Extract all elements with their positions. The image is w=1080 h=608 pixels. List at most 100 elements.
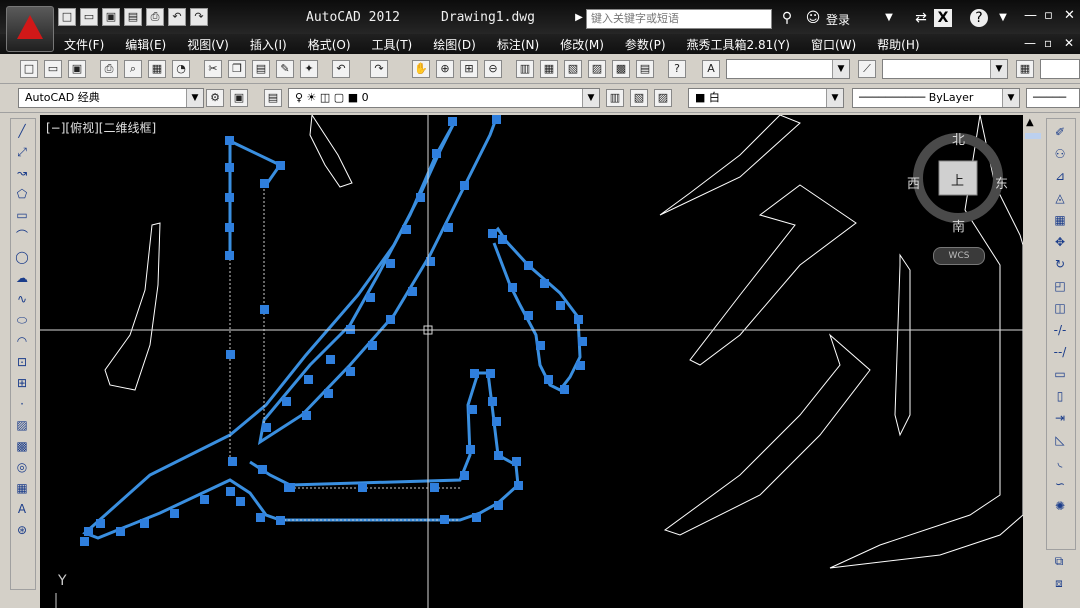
make-layer-current-icon[interactable]: ▥	[606, 89, 624, 107]
viewcube-south[interactable]: 南	[952, 216, 965, 235]
viewcube-top-face[interactable]: 上	[951, 170, 964, 189]
construction-line-icon[interactable]: ⤢	[13, 143, 31, 161]
erase-icon[interactable]: ✐	[1050, 123, 1070, 141]
3d-dwf-icon[interactable]: ◔	[172, 60, 190, 78]
dimension-style-dropdown[interactable]: ▼	[882, 59, 1008, 79]
chamfer-icon[interactable]: ◺	[1050, 431, 1070, 449]
help-icon[interactable]: ?	[970, 9, 988, 27]
point-icon[interactable]: ·	[13, 395, 31, 413]
trim-icon[interactable]: -/-	[1050, 321, 1070, 339]
text-style-dropdown[interactable]: ▼	[726, 59, 850, 79]
save-as-icon[interactable]: ▤	[124, 8, 142, 26]
explode-icon[interactable]: ✺	[1050, 497, 1070, 515]
save-icon[interactable]: ▣	[102, 8, 120, 26]
menu-modify[interactable]: 修改(M)	[560, 36, 604, 53]
offset-icon[interactable]: ◬	[1050, 189, 1070, 207]
ellipse-arc-icon[interactable]: ◠	[13, 332, 31, 350]
dimension-style-icon[interactable]: ⟋	[858, 60, 876, 78]
wcs-menu[interactable]: WCS	[933, 247, 985, 265]
binoculars-icon[interactable]: ⚲	[778, 9, 796, 27]
lineweight-dropdown[interactable]: ─────	[1026, 88, 1080, 108]
dropdown-arrow-icon[interactable]: ▼	[880, 9, 898, 27]
restore-button[interactable]: ▫	[1044, 8, 1053, 23]
circle-icon[interactable]: ◯	[13, 248, 31, 266]
print-icon[interactable]: ⎙	[146, 8, 164, 26]
redo-icon[interactable]: ↷	[370, 60, 388, 78]
publish-icon[interactable]: ▦	[148, 60, 166, 78]
scale-icon[interactable]: ◰	[1050, 277, 1070, 295]
calculator-icon[interactable]: ▤	[636, 60, 654, 78]
menu-parameters[interactable]: 参数(P)	[625, 36, 666, 53]
spline-icon[interactable]: ∿	[13, 290, 31, 308]
plot-preview-icon[interactable]: ⌕	[124, 60, 142, 78]
menu-file[interactable]: 文件(F)	[64, 36, 104, 53]
add-selected-icon[interactable]: ⊛	[13, 521, 31, 539]
doc-restore-button[interactable]: ▫	[1044, 36, 1052, 50]
exchange-icon[interactable]: ⇄	[912, 9, 930, 27]
design-center-icon[interactable]: ▦	[540, 60, 558, 78]
table-style-dropdown[interactable]	[1040, 59, 1080, 79]
extend-icon[interactable]: --/	[1050, 343, 1070, 361]
drawing-canvas[interactable]: [−][俯视][二维线框] 北 西 东 南 上 WCS Y	[40, 115, 1023, 608]
text-style-icon[interactable]: A	[702, 60, 720, 78]
multiline-text-icon[interactable]: A	[13, 500, 31, 518]
pan-icon[interactable]: ✋	[412, 60, 430, 78]
linetype-dropdown[interactable]: ────────── ByLayer ▼	[852, 88, 1020, 108]
x-logo-icon[interactable]: X	[934, 9, 952, 27]
gradient-icon[interactable]: ▩	[13, 437, 31, 455]
new-file-icon[interactable]: □	[58, 8, 76, 26]
doc-close-button[interactable]: ✕	[1064, 36, 1074, 50]
fillet-icon[interactable]: ◟	[1050, 453, 1070, 471]
arc-icon[interactable]: ⌒	[13, 227, 31, 245]
menu-window[interactable]: 窗口(W)	[811, 36, 856, 53]
polyline-icon[interactable]: ↝	[13, 164, 31, 182]
layer-state-icon[interactable]: ▨	[654, 89, 672, 107]
menu-tools[interactable]: 工具(T)	[372, 36, 413, 53]
draworder-front-icon[interactable]: ⧉	[1049, 554, 1069, 572]
scroll-up-icon[interactable]: ▲	[1026, 117, 1034, 128]
break-icon[interactable]: ▯	[1050, 387, 1070, 405]
rectangle-icon[interactable]: ▭	[13, 206, 31, 224]
revision-cloud-icon[interactable]: ☁	[13, 269, 31, 287]
user-icon[interactable]: ☺	[804, 9, 822, 27]
menu-edit[interactable]: 编辑(E)	[125, 36, 166, 53]
help-icon[interactable]: ?	[668, 60, 686, 78]
hatch-icon[interactable]: ▨	[13, 416, 31, 434]
close-button[interactable]: ✕	[1064, 8, 1075, 23]
menu-insert[interactable]: 插入(I)	[250, 36, 287, 53]
save-icon[interactable]: ▣	[68, 60, 86, 78]
copy-icon[interactable]: ❐	[228, 60, 246, 78]
menu-draw[interactable]: 绘图(D)	[433, 36, 476, 53]
draworder-back-icon[interactable]: ⧈	[1049, 576, 1069, 594]
polygon-icon[interactable]: ⬠	[13, 185, 31, 203]
color-dropdown[interactable]: ■ 白 ▼	[688, 88, 844, 108]
break-at-point-icon[interactable]: ▭	[1050, 365, 1070, 383]
workspace-settings-icon[interactable]: ⚙	[206, 89, 224, 107]
table-style-icon[interactable]: ▦	[1016, 60, 1034, 78]
workspace-save-icon[interactable]: ▣	[230, 89, 248, 107]
redo-icon[interactable]: ↷	[190, 8, 208, 26]
minimize-button[interactable]: —	[1024, 8, 1037, 23]
layer-dropdown[interactable]: ♀ ☀ ◫ ▢ ■ 0 ▼	[288, 88, 600, 108]
application-menu-button[interactable]	[6, 6, 54, 52]
menu-view[interactable]: 视图(V)	[187, 36, 229, 53]
viewport-controls[interactable]: [−][俯视][二维线框]	[46, 119, 156, 136]
vertical-scrollbar[interactable]: ▲	[1023, 115, 1043, 608]
match-properties-icon[interactable]: ✎	[276, 60, 294, 78]
stretch-icon[interactable]: ◫	[1050, 299, 1070, 317]
table-icon[interactable]: ▦	[13, 479, 31, 497]
zoom-previous-icon[interactable]: ⊖	[484, 60, 502, 78]
undo-icon[interactable]: ↶	[332, 60, 350, 78]
doc-minimize-button[interactable]: —	[1024, 36, 1036, 50]
cut-icon[interactable]: ✂	[204, 60, 222, 78]
blend-curves-icon[interactable]: ∽	[1050, 475, 1070, 493]
zoom-window-icon[interactable]: ⊞	[460, 60, 478, 78]
layer-properties-icon[interactable]: ▤	[264, 89, 282, 107]
open-icon[interactable]: ▭	[44, 60, 62, 78]
copy-object-icon[interactable]: ⚇	[1050, 145, 1070, 163]
zoom-realtime-icon[interactable]: ⊕	[436, 60, 454, 78]
new-icon[interactable]: □	[20, 60, 38, 78]
region-icon[interactable]: ◎	[13, 458, 31, 476]
properties-icon[interactable]: ▥	[516, 60, 534, 78]
search-input[interactable]: 键入关键字或短语	[586, 9, 772, 29]
